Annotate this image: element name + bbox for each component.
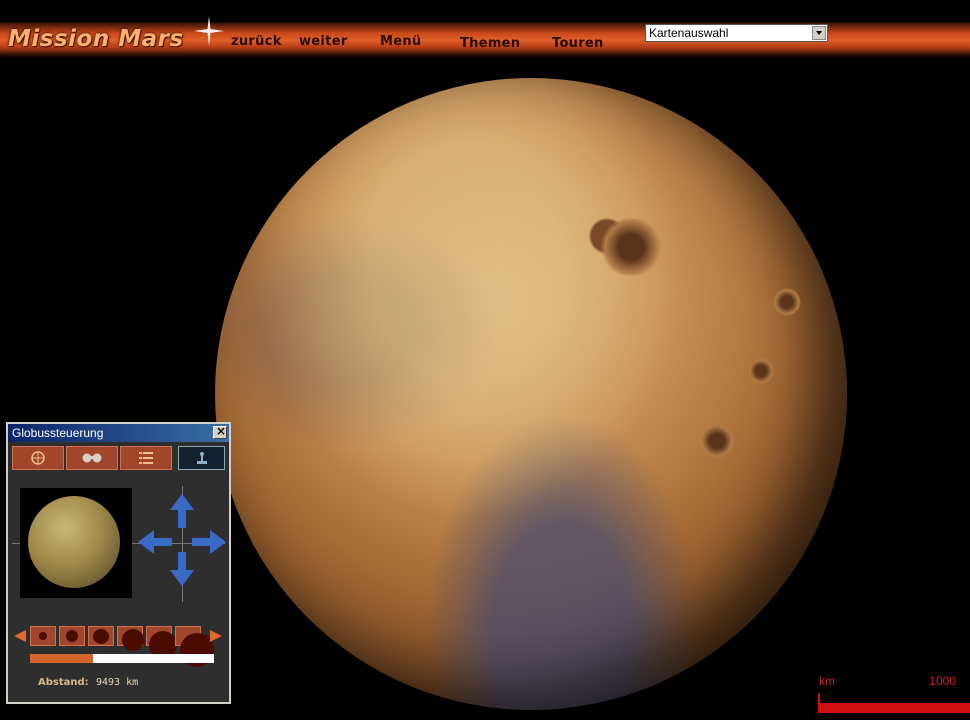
tab-binoculars[interactable] [66, 446, 118, 470]
close-button[interactable]: × [213, 424, 227, 439]
globe-icon [31, 451, 45, 465]
panel-tabs [12, 446, 225, 472]
zoom-in-arrow-icon[interactable] [210, 630, 222, 642]
arrow-right-icon[interactable] [192, 530, 226, 554]
overview-globe [28, 496, 120, 588]
nav-forward[interactable]: weiter [299, 34, 348, 49]
scale-value: 1000 [929, 674, 956, 688]
zoom-level-6-button[interactable] [175, 626, 214, 667]
panel-titlebar[interactable]: Globussteuerung × [8, 424, 229, 442]
volcano [748, 358, 774, 384]
close-icon: × [216, 424, 227, 438]
overview-map[interactable] [20, 488, 132, 598]
dropdown-arrow-icon[interactable] [812, 26, 826, 40]
scale-unit: km [819, 674, 835, 688]
tab-globe[interactable] [12, 446, 64, 470]
volcano [699, 424, 735, 458]
tab-joystick[interactable] [178, 446, 225, 470]
joystick-icon [196, 452, 207, 464]
nav-menu[interactable]: Menü [380, 34, 421, 49]
zoom-level-2-button[interactable] [59, 626, 85, 646]
panel-title: Globussteuerung [12, 426, 104, 440]
zoom-controls [14, 626, 226, 667]
zoom-level-5-button[interactable] [146, 626, 177, 659]
map-select-dropdown[interactable]: Kartenauswahl [645, 24, 828, 42]
distance-value: 9493 km [96, 677, 139, 688]
scale-bar: km 1000 [818, 665, 970, 720]
distance-label: Abstand: [38, 677, 89, 688]
zoom-level-3-button[interactable] [88, 626, 114, 646]
olympus-mons [600, 218, 662, 276]
globe-control-panel: Globussteuerung × Abstand: 9493 km [6, 422, 231, 704]
scale-bar-line [818, 703, 970, 713]
zoom-slider[interactable] [30, 654, 214, 663]
volcano [773, 288, 801, 316]
nav-back[interactable]: zurück [231, 34, 282, 49]
binoculars-icon [82, 453, 102, 463]
zoom-slider-fill [30, 654, 93, 663]
map-select-value: Kartenauswahl [649, 26, 729, 40]
arrow-down-icon[interactable] [170, 552, 194, 586]
nav-themes[interactable]: Themen [460, 36, 520, 51]
zoom-level-4-button[interactable] [117, 626, 144, 651]
arrow-left-icon[interactable] [138, 530, 172, 554]
tab-list[interactable] [120, 446, 172, 470]
arrow-up-icon[interactable] [170, 494, 194, 528]
zoom-out-arrow-icon[interactable] [14, 630, 26, 642]
zoom-level-1-button[interactable] [30, 626, 56, 646]
mars-globe[interactable] [215, 78, 847, 710]
nav-tours[interactable]: Touren [552, 36, 604, 51]
list-icon [139, 452, 153, 464]
app-logo: Mission Mars [8, 26, 184, 52]
star-sparkle-icon [194, 16, 224, 46]
